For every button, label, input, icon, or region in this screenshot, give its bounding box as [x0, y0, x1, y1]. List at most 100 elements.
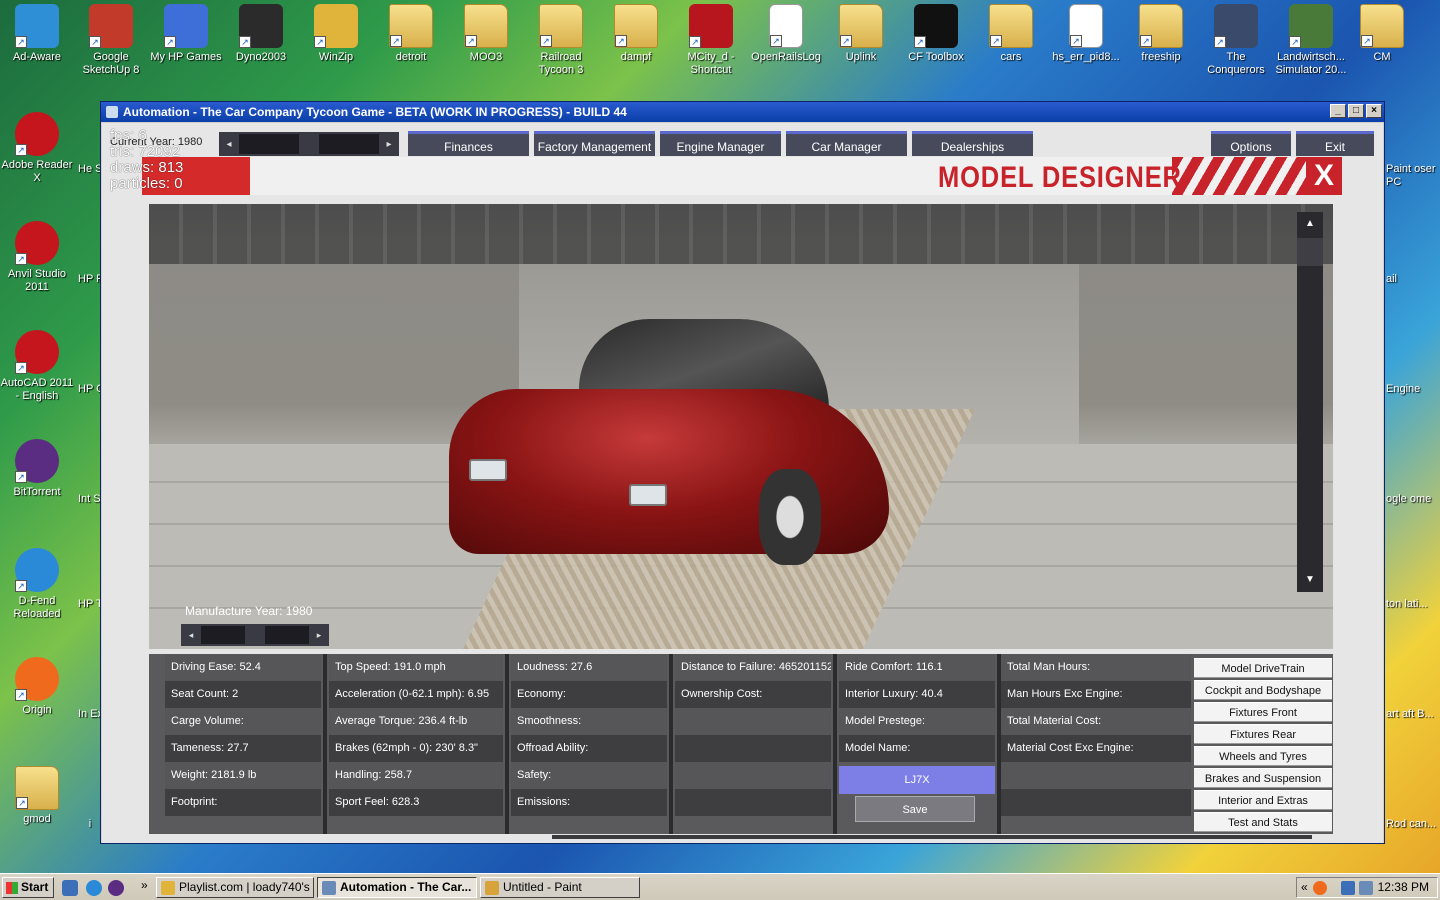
manufacture-year-slider[interactable]: ◂ ▸ — [181, 624, 329, 646]
stat-cell — [1001, 762, 1191, 789]
desktop-icon-partial[interactable]: He Sh — [78, 163, 102, 176]
desktop-icon-partial[interactable]: ogle ome — [1386, 493, 1438, 506]
nav-car-manager-button[interactable]: Car Manager — [786, 131, 907, 156]
designer-section-button[interactable]: Fixtures Rear — [1194, 724, 1332, 744]
desktop-icon[interactable]: ↗ D-Fend Reloaded — [0, 548, 74, 621]
desktop-icon[interactable]: ↗ CM — [1345, 4, 1419, 64]
nav-engine-manager-button[interactable]: Engine Manager — [660, 131, 781, 156]
nav-finances-button[interactable]: Finances — [408, 131, 529, 156]
designer-section-button[interactable]: Model DriveTrain — [1194, 658, 1332, 678]
desktop-icon[interactable]: ↗ dampf — [599, 4, 673, 64]
mcity-icon: ↗ — [689, 4, 733, 48]
desktop-icon[interactable]: ↗ MCity_d - Shortcut — [674, 4, 748, 77]
designer-section-button[interactable]: Test and Stats — [1194, 812, 1332, 832]
internet-explorer-icon[interactable] — [86, 880, 102, 896]
automation-window: Automation - The Car Company Tycoon Game… — [100, 101, 1385, 844]
tray-expand-icon[interactable]: « — [1301, 878, 1308, 897]
desktop-icon-partial[interactable]: Int Sh — [78, 493, 102, 506]
sketchup-icon: ↗ — [89, 4, 133, 48]
desktop-icon[interactable]: ↗ The Conquerors — [1199, 4, 1273, 77]
tray-network-icon[interactable] — [1341, 881, 1355, 895]
desktop-icon[interactable]: ↗ Railroad Tycoon 3 — [524, 4, 598, 77]
desktop-icon-partial[interactable]: art aft B... — [1386, 708, 1438, 721]
stats-scroll-rail[interactable] — [552, 835, 1312, 839]
year-slider-left-arrow[interactable]: ◂ — [219, 139, 239, 150]
scroll-thumb[interactable] — [1297, 238, 1323, 266]
debug-overlay: fps: 6 tris: 72092 draws: 813 particles:… — [110, 128, 183, 192]
desktop-icon-partial[interactable]: HP T A — [78, 598, 102, 611]
desktop-icon[interactable]: ↗ Google SketchUp 8 — [74, 4, 148, 77]
shortcut-arrow-icon: ↗ — [465, 35, 477, 47]
desktop-icon[interactable]: ↗ Origin — [0, 657, 74, 717]
desktop-icon-label: WinZip — [318, 51, 354, 63]
taskbar-task-button[interactable]: Untitled - Paint — [480, 877, 640, 898]
folder-icon: ↗ — [389, 4, 433, 48]
taskbar-task-button[interactable]: Playlist.com | loady740's ... — [156, 877, 314, 898]
desktop-icon[interactable]: ↗ Ad-Aware — [0, 4, 74, 64]
desktop-icon[interactable]: ↗ CF Toolbox — [899, 4, 973, 64]
quicklaunch-chevron-icon[interactable]: » — [141, 878, 148, 892]
desktop-icon-partial[interactable]: Paint oser PC — [1386, 163, 1438, 189]
desktop-icon[interactable]: ↗ cars — [974, 4, 1048, 64]
desktop-icon[interactable]: ↗ WinZip — [299, 4, 373, 64]
stat-cell: Weight: 2181.9 lb — [165, 762, 321, 789]
car-3d-viewport[interactable]: ▲ ▼ Manufacture Year: 1980 ◂ ▸ — [149, 204, 1333, 649]
desktop-icon-label: MCity_d - Shortcut — [687, 51, 735, 76]
minimize-button[interactable]: _ — [1330, 104, 1346, 118]
window-titlebar[interactable]: Automation - The Car Company Tycoon Game… — [101, 102, 1384, 122]
nav-dealerships-button[interactable]: Dealerships — [912, 131, 1033, 156]
designer-section-button[interactable]: Interior and Extras — [1194, 790, 1332, 810]
desktop-icon-partial[interactable]: i — [78, 818, 102, 831]
viewport-scrollbar[interactable]: ▲ ▼ — [1297, 212, 1323, 592]
desktop-icon[interactable]: ↗ Dyno2003 — [224, 4, 298, 64]
desktop-icon[interactable]: ↗ OpenRailsLog — [749, 4, 823, 64]
folder-icon: ↗ — [1360, 4, 1404, 48]
options-button[interactable]: Options — [1211, 131, 1291, 156]
scroll-down-arrow[interactable]: ▼ — [1297, 568, 1323, 592]
desktop-icon[interactable]: ↗ MOO3 — [449, 4, 523, 64]
show-desktop-icon[interactable] — [62, 880, 78, 896]
year-slider-right-arrow[interactable]: ▸ — [379, 139, 399, 150]
maximize-button[interactable]: □ — [1348, 104, 1364, 118]
designer-section-button[interactable]: Cockpit and Bodyshape — [1194, 680, 1332, 700]
exit-button[interactable]: Exit — [1296, 131, 1374, 156]
desktop-icon-partial[interactable]: ton lati... — [1386, 598, 1438, 611]
desktop-icon-partial[interactable]: In Ex — [78, 708, 102, 721]
desktop-icon-partial[interactable]: HP C — [78, 383, 102, 396]
tray-firefox-icon[interactable] — [1313, 881, 1327, 895]
stat-cell: Seat Count: 2 — [165, 681, 321, 708]
desktop-icon-partial[interactable]: ail — [1386, 273, 1438, 286]
year-slider[interactable]: ◂ ▸ — [219, 132, 399, 156]
desktop-icon[interactable]: ↗ Anvil Studio 2011 — [0, 221, 74, 294]
desktop-icon[interactable]: ↗ freeship — [1124, 4, 1198, 64]
desktop-icon-partial[interactable]: HP Ph Esse — [78, 273, 102, 286]
desktop-icon[interactable]: ↗ detroit — [374, 4, 448, 64]
scroll-up-arrow[interactable]: ▲ — [1297, 212, 1323, 236]
desktop-icon-partial[interactable]: Rod can... — [1386, 818, 1438, 831]
model-designer-close-button[interactable]: X — [1306, 157, 1342, 195]
desktop-icon[interactable]: ↗ gmod — [0, 766, 74, 826]
mfg-slider-right-arrow[interactable]: ▸ — [309, 630, 329, 641]
desktop-icon[interactable]: ↗ Uplink — [824, 4, 898, 64]
desktop-icon[interactable]: ↗ hs_err_pid8... — [1049, 4, 1123, 64]
designer-section-button[interactable]: Brakes and Suspension — [1194, 768, 1332, 788]
taskbar-task-button[interactable]: Automation - The Car... — [317, 877, 477, 898]
bittorrent-icon: ↗ — [15, 439, 59, 483]
desktop-icon[interactable]: ↗ Landwirtsch... Simulator 20... — [1274, 4, 1348, 77]
designer-section-button[interactable]: Fixtures Front — [1194, 702, 1332, 722]
model-name-button[interactable]: LJ7X — [839, 766, 995, 794]
save-button[interactable]: Save — [855, 796, 975, 822]
designer-section-button[interactable]: Wheels and Tyres — [1194, 746, 1332, 766]
close-button[interactable]: × — [1366, 104, 1382, 118]
tray-volume-icon[interactable] — [1359, 881, 1373, 895]
desktop-icon-partial[interactable]: Engine — [1386, 383, 1438, 396]
nav-factory-management-button[interactable]: Factory Management — [534, 131, 655, 156]
desktop-icon[interactable]: ↗ AutoCAD 2011 - English — [0, 330, 74, 403]
desktop-icon[interactable]: ↗ Adobe Reader X — [0, 112, 74, 185]
start-button[interactable]: Start — [2, 877, 54, 898]
bittorrent-quicklaunch-icon[interactable] — [108, 880, 124, 896]
desktop-icon[interactable]: ↗ BitTorrent — [0, 439, 74, 499]
desktop-icon[interactable]: ↗ My HP Games — [149, 4, 223, 64]
mfg-slider-left-arrow[interactable]: ◂ — [181, 630, 201, 641]
folder-icon: ↗ — [989, 4, 1033, 48]
